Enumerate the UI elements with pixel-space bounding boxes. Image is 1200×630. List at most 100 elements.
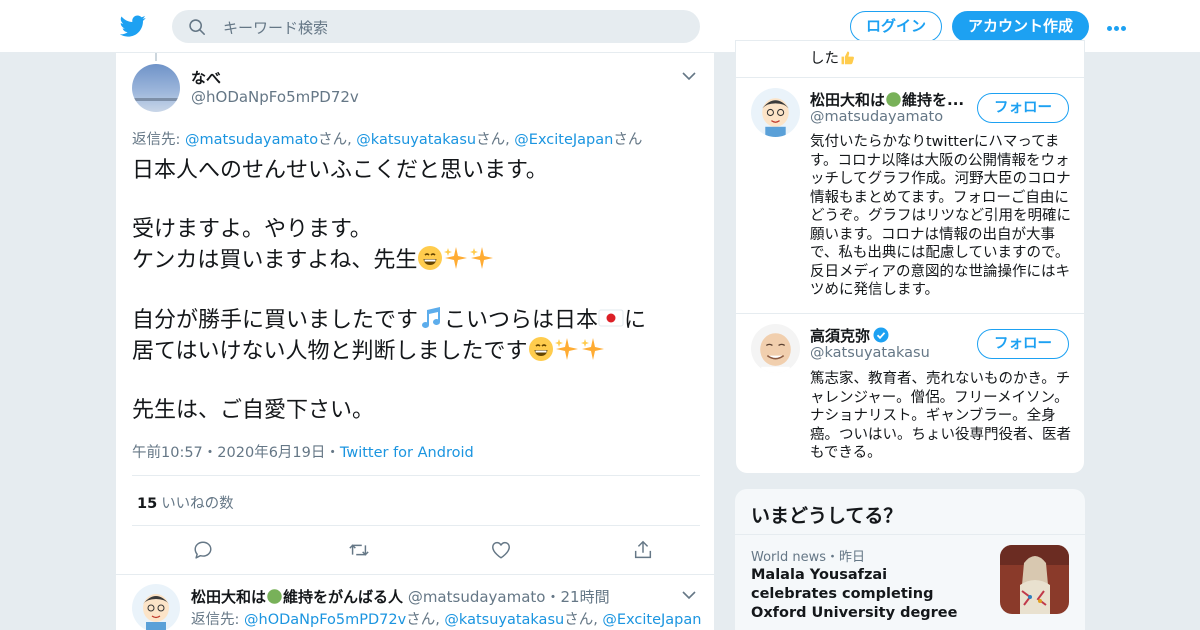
trend-category: World news・昨日 [751, 546, 865, 565]
tweet-line-text: 自分が勝手に買いましたです [132, 308, 419, 333]
divider [116, 574, 714, 575]
reply-user-link[interactable]: @ExciteJapan [602, 612, 701, 628]
chevron-down-icon[interactable] [682, 590, 696, 600]
tweet-time[interactable]: 午前10:57 [132, 445, 203, 461]
user-handle[interactable]: @katsuyatakasu [810, 345, 930, 361]
author-handle[interactable]: @hODaNpFo5mPD72v [191, 88, 359, 106]
user-name-text: 高須克弥 [810, 327, 871, 345]
user-name[interactable]: 高須克弥 [810, 325, 889, 346]
reply-suffix: さん [476, 132, 506, 148]
musical-notes-emoji-icon [422, 307, 441, 329]
divider [132, 525, 700, 526]
search-bar[interactable]: キーワード検索 [172, 10, 700, 43]
tweet-line-text: こいつらは日本 [444, 308, 599, 333]
reply-header: 松田大和は 維持をがんばる人 @matsudayamato・21時間 [191, 586, 610, 607]
user-name[interactable]: 松田大和は 維持を... [810, 89, 964, 110]
signup-button[interactable]: アカウント作成 [952, 11, 1089, 42]
chevron-down-icon[interactable] [682, 71, 696, 81]
tweet-timestamp: 午前10:57・2020年6月19日・Twitter for Android [132, 441, 474, 462]
reply-time[interactable]: 21時間 [560, 588, 609, 606]
japan-flag-emoji-icon [598, 309, 624, 327]
reply-suffix: さん [564, 612, 594, 628]
thumbs-up-emoji-icon [841, 51, 854, 65]
reply-prefix: 返信先: [132, 132, 185, 148]
reply-user-link[interactable]: @katsuyatakasu [356, 132, 476, 148]
likes-count[interactable]: 15 いいねの数 [137, 492, 234, 513]
more-options-icon[interactable] [1107, 24, 1128, 31]
tweet-date[interactable]: 2020年6月19日 [217, 445, 325, 461]
reply-user-link[interactable]: @hODaNpFo5mPD72v [244, 612, 406, 628]
tweet-line: 自分が勝手に買いましたです こいつらは日本に [132, 305, 702, 336]
reply-user-link[interactable]: @katsuyatakasu [444, 612, 564, 628]
avatar[interactable] [751, 324, 800, 373]
tweet-line: ケンカは買いますよね、先生 [132, 245, 702, 276]
meta-dot: ・ [826, 550, 840, 565]
sparkles-emoji-icon [470, 247, 494, 269]
reply-separator: , [505, 132, 515, 148]
user-bio: 篤志家、教育者、売れないものかき。チャレンジャー。僧侶。フリーメイソン。ナショナ… [810, 371, 1071, 461]
grinning-face-emoji-icon [418, 246, 443, 270]
reply-suffix: さん [406, 612, 436, 628]
divider [132, 475, 700, 476]
follow-button[interactable]: フォロー [977, 93, 1069, 123]
meta-dot: ・ [202, 445, 218, 461]
trend-thumbnail[interactable] [1000, 545, 1069, 614]
user-handle[interactable]: @matsudayamato [810, 109, 943, 125]
reply-author-name-rest[interactable]: 維持をがんばる人 [283, 588, 403, 606]
tweet-line-text: ケンカは買いますよね、先生 [132, 248, 418, 273]
likes-label: いいねの数 [161, 496, 234, 512]
trends-title: いまどうしてる？ [751, 505, 903, 527]
reply-to-line: 返信先: @hODaNpFo5mPD72vさん, @katsuyatakasuさ… [191, 608, 701, 629]
tweet-column: なべ @hODaNpFo5mPD72v 返信先: @matsudayamato さ… [115, 53, 715, 630]
reply-user-link[interactable]: @matsudayamato [185, 132, 318, 148]
login-button[interactable]: ログイン [850, 11, 942, 42]
user-name-text: 維持を... [902, 91, 965, 109]
like-heart-icon[interactable] [490, 539, 512, 561]
thread-connector-line [155, 53, 157, 61]
truncated-text: した [810, 51, 839, 67]
search-input-placeholder[interactable]: キーワード検索 [223, 17, 328, 38]
relevant-people-card: した 松田大和は 維持を... @matsudayamato フォロー 気付いたら… [735, 40, 1085, 474]
tweet-line: 受けますよ。やります。 [132, 217, 372, 242]
meta-dot: ・ [545, 588, 561, 606]
reply-author-handle[interactable]: @matsudayamato [408, 588, 546, 606]
user-name-text: 松田大和は [810, 91, 886, 109]
meta-dot: ・ [325, 445, 340, 461]
sparkles-emoji-icon [580, 338, 604, 360]
likes-number: 15 [137, 496, 158, 512]
reply-to-line: 返信先: @matsudayamatoさん, @katsuyatakasuさん,… [132, 128, 642, 149]
divider [736, 313, 1084, 314]
verified-badge-icon [873, 327, 889, 343]
tweet-line: 日本人へのせんせいふこくだと思います。 [132, 158, 548, 183]
divider [735, 534, 1085, 535]
tweet-line: 先生は、ご自愛下さい。 [132, 398, 375, 423]
tweet-line-text: に [624, 308, 647, 333]
reply-author-name[interactable]: 松田大和は [191, 588, 266, 606]
tweet-line: 居てはいけない人物と判断しましたです [132, 336, 702, 367]
author-name[interactable]: なべ [191, 67, 221, 88]
avatar[interactable] [132, 64, 180, 112]
green-circle-emoji-icon [886, 92, 901, 107]
divider [736, 77, 1084, 78]
tweet-line-text: 居てはいけない人物と判断しましたです [132, 339, 528, 364]
truncated-bio-end: した [810, 47, 856, 68]
grinning-face-emoji-icon [528, 337, 553, 361]
avatar[interactable] [132, 584, 180, 630]
share-icon[interactable] [632, 539, 654, 561]
twitter-bird-icon[interactable] [120, 13, 146, 39]
sparkles-emoji-icon [444, 247, 468, 269]
reply-suffix: さん [613, 132, 643, 148]
tweet-actions [132, 539, 700, 563]
tweet-source-link[interactable]: Twitter for Android [340, 445, 474, 461]
reply-prefix: 返信先: [191, 612, 244, 628]
tweet-text: 日本人へのせんせいふこくだと思います。 受けますよ。やります。 ケンカは買います… [132, 156, 702, 426]
trend-category-text: World news [751, 550, 827, 565]
whats-happening-panel: いまどうしてる？ World news・昨日 Malala Yousafzai … [735, 489, 1085, 630]
avatar[interactable] [751, 88, 800, 137]
follow-button[interactable]: フォロー [977, 329, 1069, 359]
retweet-icon[interactable] [348, 539, 370, 561]
reply-icon[interactable] [192, 539, 214, 561]
trend-headline[interactable]: Malala Yousafzai celebrates completing O… [751, 566, 971, 623]
sparkles-emoji-icon [554, 338, 578, 360]
reply-user-link[interactable]: @ExciteJapan [514, 132, 613, 148]
